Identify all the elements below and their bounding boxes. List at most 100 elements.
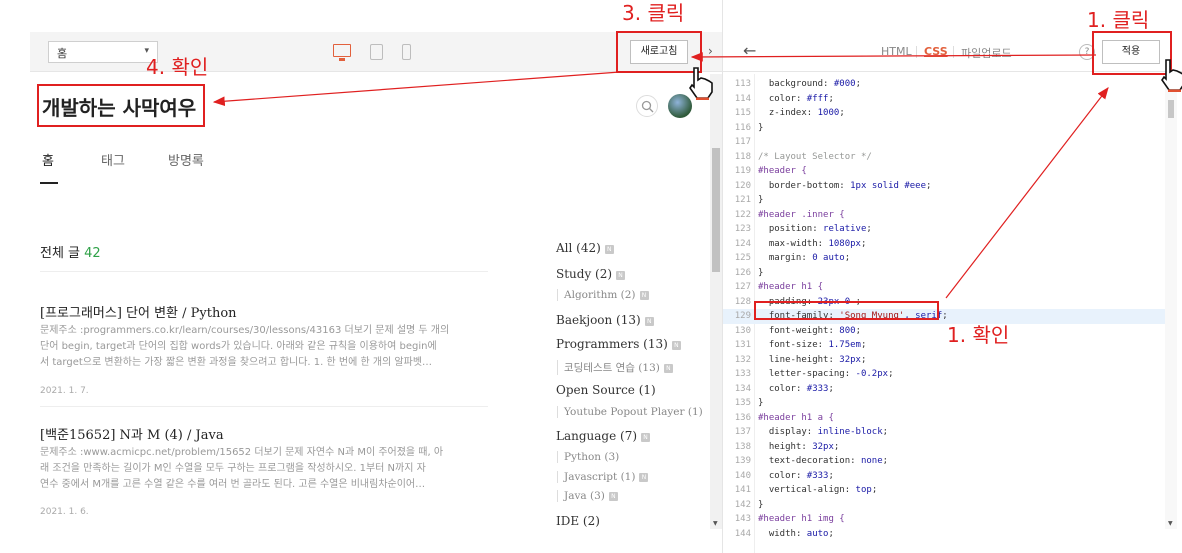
code-text: width: auto;: [768, 528, 834, 539]
code-line[interactable]: 134 color: #333;: [723, 382, 1165, 397]
tab-file-upload[interactable]: 파일업로드: [961, 45, 1012, 61]
code-line[interactable]: 114 color: #fff;: [723, 92, 1165, 107]
post-excerpt[interactable]: 문제주소 :programmers.co.kr/learn/courses/30…: [40, 323, 480, 371]
subcategory-item[interactable]: Python (3): [557, 451, 619, 463]
code-line[interactable]: 119 #header {: [723, 164, 1165, 179]
pointer-hand-icon: [1161, 59, 1182, 92]
new-badge-icon: N: [616, 271, 626, 280]
code-line[interactable]: 120 border-bottom: 1px solid #eee;: [723, 179, 1165, 194]
code-text: margin: 0 auto;: [768, 253, 851, 263]
new-badge-icon: N: [663, 364, 673, 373]
pointer-hand-icon: [689, 67, 713, 100]
code-text: z-index: 1000;: [768, 108, 845, 118]
subcategory-item[interactable]: 코딩테스트 연습 (13) N: [557, 360, 673, 375]
code-line[interactable]: 138 height: 32px;: [723, 440, 1165, 455]
category-label: Study (2): [556, 267, 613, 281]
scrollbar-thumb[interactable]: [1168, 100, 1174, 118]
code-line[interactable]: 144 width: auto;: [723, 527, 1165, 542]
page-select-value: 홈: [57, 47, 68, 60]
tab-html[interactable]: HTML: [881, 45, 912, 58]
scroll-down-icon[interactable]: ▼: [1168, 520, 1173, 527]
code-line[interactable]: 133 letter-spacing: -0.2px;: [723, 367, 1165, 382]
code-line[interactable]: 115 z-index: 1000;: [723, 106, 1165, 121]
code-line[interactable]: 140 color: #333;: [723, 469, 1165, 484]
line-number: 139: [734, 456, 751, 466]
code-line[interactable]: 126}: [723, 266, 1165, 281]
code-line[interactable]: 139 text-decoration: none;: [723, 454, 1165, 469]
line-number: 142: [734, 499, 751, 510]
subcategory-item[interactable]: Javascript (1) N: [557, 471, 649, 483]
code-line[interactable]: 130 font-weight: 800;: [723, 324, 1165, 339]
code-text: }: [758, 267, 764, 278]
post-excerpt-line: 연수 중에서 M개를 고른 수열 같은 수를 여러 번 골라도 된다. 고른 수…: [40, 479, 426, 490]
code-line[interactable]: 141 vertical-align: top;: [723, 483, 1165, 498]
category-item[interactable]: IDE (2): [556, 514, 600, 528]
subcategory-item[interactable]: Algorithm (2) N: [557, 289, 649, 301]
code-line[interactable]: 143 #header h1 img {: [723, 512, 1165, 527]
mobile-view-icon[interactable]: [402, 44, 411, 60]
category-item[interactable]: Open Source (1): [556, 383, 656, 397]
category-item[interactable]: All (42) N: [556, 241, 614, 255]
tab-separator: [916, 46, 917, 58]
subcategory-item[interactable]: Youtube Popout Player (1): [557, 406, 703, 418]
code-line[interactable]: 122 #header .inner {: [723, 208, 1165, 223]
category-label: Algorithm (2): [564, 289, 636, 301]
chevron-right-icon[interactable]: ›: [708, 44, 713, 58]
code-text: #header h1 {: [758, 282, 824, 292]
code-text: background: #000;: [768, 79, 861, 89]
subcategory-item[interactable]: Java (3) N: [557, 490, 618, 502]
blog-preview-pane: 홈 ▾ 새로고침 › 개발하는 사막여우 홈 태그 방명록 전체 글 42 [프…: [0, 0, 722, 553]
category-label: Python (3): [564, 451, 620, 463]
editor-scrollbar[interactable]: ▼: [1165, 74, 1177, 529]
scrollbar-thumb[interactable]: [712, 148, 720, 272]
line-number: 135: [734, 398, 751, 408]
scroll-down-icon[interactable]: ▼: [713, 520, 718, 527]
category-item[interactable]: Study (2) N: [556, 267, 626, 281]
code-line[interactable]: 117: [723, 135, 1165, 150]
code-line[interactable]: 123 position: relative;: [723, 222, 1165, 237]
post-excerpt[interactable]: 문제주소 :www.acmicpc.net/problem/15652 더보기 …: [40, 445, 480, 493]
code-line[interactable]: 116}: [723, 121, 1165, 136]
desktop-view-icon[interactable]: [333, 44, 351, 61]
tablet-view-icon[interactable]: [370, 44, 383, 60]
nav-home[interactable]: 홈: [42, 150, 54, 169]
code-line[interactable]: 127 #header h1 {: [723, 280, 1165, 295]
nav-guestbook[interactable]: 방명록: [168, 150, 204, 169]
new-badge-icon: N: [639, 291, 649, 300]
line-number: 134: [734, 383, 751, 394]
code-line[interactable]: 121}: [723, 193, 1165, 208]
new-badge-icon: N: [639, 473, 649, 482]
category-item[interactable]: Baekjoon (13) N: [556, 313, 654, 327]
post-excerpt-line: 문제주소 :www.acmicpc.net/problem/15652 더보기 …: [40, 447, 444, 458]
nav-tag[interactable]: 태그: [101, 150, 125, 169]
line-number: 140: [734, 470, 751, 481]
code-line[interactable]: 132 line-height: 32px;: [723, 353, 1165, 368]
code-line[interactable]: 124 max-width: 1080px;: [723, 237, 1165, 252]
page-select-dropdown[interactable]: 홈 ▾: [48, 41, 158, 63]
code-line[interactable]: 113 background: #000;: [723, 77, 1165, 92]
line-number: 117: [734, 137, 751, 147]
category-item[interactable]: Programmers (13) N: [556, 337, 681, 351]
post-date: 2021. 1. 7.: [40, 386, 89, 396]
annotation-step-apply: 1. 클릭: [1087, 8, 1150, 32]
line-number: 123: [734, 224, 751, 234]
code-line[interactable]: 137 display: inline-block;: [723, 425, 1165, 440]
category-label: Youtube Popout Player (1): [564, 406, 703, 418]
code-text: position: relative;: [768, 224, 872, 234]
post-title[interactable]: [백준15652] N과 M (4) / Java: [40, 424, 224, 443]
code-line[interactable]: 125 margin: 0 auto;: [723, 251, 1165, 266]
code-text: border-bottom: 1px solid #eee;: [768, 180, 932, 191]
code-line[interactable]: 136 #header h1 a {: [723, 411, 1165, 426]
category-item[interactable]: Language (7) N: [556, 429, 651, 443]
code-line[interactable]: 135}: [723, 396, 1165, 411]
code-line[interactable]: 142}: [723, 498, 1165, 513]
preview-scrollbar[interactable]: ▼: [710, 74, 722, 529]
arrow-left-icon[interactable]: ←: [743, 41, 756, 60]
code-line[interactable]: 131 font-size: 1.75em;: [723, 338, 1165, 353]
post-title[interactable]: [프로그래머스] 단어 변환 / Python: [40, 302, 237, 321]
code-text: color: #333;: [768, 470, 834, 481]
code-line[interactable]: 118 /* Layout Selector */: [723, 150, 1165, 165]
tab-css[interactable]: CSS: [924, 45, 948, 58]
search-icon[interactable]: [636, 95, 658, 117]
code-text: font-weight: 800;: [768, 325, 861, 336]
